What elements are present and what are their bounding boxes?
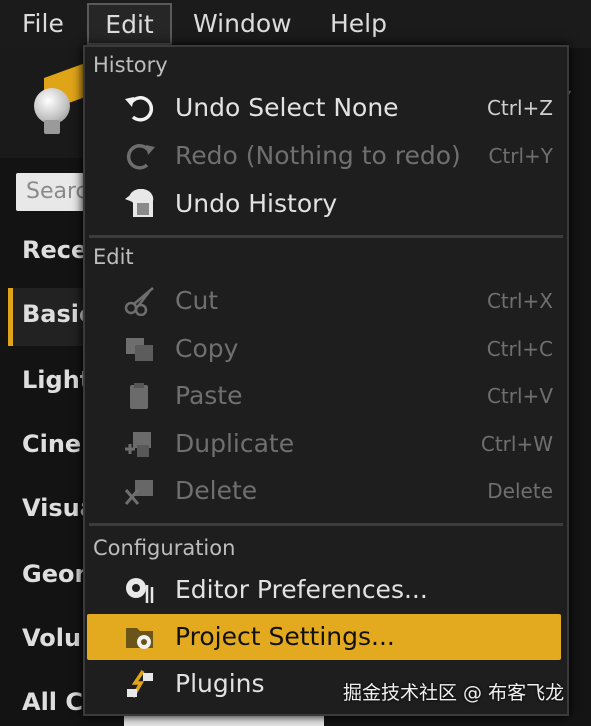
search-input[interactable]: Searc <box>16 173 88 211</box>
bottom-scrollbar[interactable] <box>124 716 324 726</box>
redo-icon <box>126 144 155 170</box>
menu-item-label: Copy <box>175 334 239 363</box>
menu-item-undo-history[interactable]: Undo History <box>87 181 563 227</box>
category-lights[interactable]: Light <box>22 366 91 394</box>
plugins-icon <box>127 670 153 698</box>
category-geometry[interactable]: Geon <box>22 560 92 588</box>
shortcut-text: Ctrl+W <box>480 432 553 456</box>
menu-item-label: Duplicate <box>175 429 295 458</box>
menu-divider <box>89 523 563 526</box>
shortcut-text: Ctrl+V <box>486 384 553 408</box>
project-settings-icon <box>126 628 153 649</box>
menu-item-delete[interactable]: Delete Delete <box>87 468 563 514</box>
category-selected-accent <box>8 288 13 346</box>
copy-icon <box>126 338 153 361</box>
menu-item-copy[interactable]: Copy Ctrl+C <box>87 326 563 372</box>
editor-preferences-icon <box>126 578 154 603</box>
menu-item-label: Editor Preferences... <box>175 575 428 604</box>
lightbulb-base-icon <box>44 120 60 134</box>
menu-item-editor-preferences[interactable]: Editor Preferences... <box>87 567 563 613</box>
menu-file[interactable]: File <box>22 0 64 48</box>
undo-history-icon <box>125 189 154 217</box>
shortcut-text: Ctrl+Y <box>488 144 553 168</box>
menu-item-redo[interactable]: Redo (Nothing to redo) Ctrl+Y <box>87 133 563 179</box>
menu-window[interactable]: Window <box>193 0 292 48</box>
menu-item-paste[interactable]: Paste Ctrl+V <box>87 373 563 419</box>
menu-item-label: Project Settings... <box>175 622 395 651</box>
scissors-icon <box>124 287 154 316</box>
menu-bar: File Edit Window Help <box>0 0 591 48</box>
menu-item-label: Undo Select None <box>175 93 399 122</box>
edit-menu-dropdown: History Undo Select None Ctrl+Z Redo (No… <box>83 45 569 716</box>
menu-item-duplicate[interactable]: Duplicate Ctrl+W <box>87 421 563 467</box>
menu-item-label: Redo (Nothing to redo) <box>175 141 461 170</box>
menu-item-project-settings[interactable]: Project Settings... <box>87 614 561 660</box>
section-header-history: History <box>93 53 168 77</box>
menu-item-cut[interactable]: Cut Ctrl+X <box>87 278 563 324</box>
category-recent[interactable]: Rece <box>22 236 87 264</box>
menu-item-label: Delete <box>175 476 258 505</box>
menu-item-label: Paste <box>175 381 243 410</box>
menu-item-label: Plugins <box>175 669 265 698</box>
menu-divider <box>89 235 563 238</box>
menu-item-label: Cut <box>175 286 219 315</box>
menu-item-label: Undo History <box>175 189 338 218</box>
undo-icon <box>125 96 154 122</box>
shortcut-text: Ctrl+X <box>486 289 553 313</box>
section-header-configuration: Configuration <box>93 536 236 560</box>
delete-icon <box>124 480 153 505</box>
menu-item-undo[interactable]: Undo Select None Ctrl+Z <box>87 85 563 131</box>
watermark: 掘金技术社区 @ 布客飞龙 <box>343 682 565 704</box>
section-header-edit: Edit <box>93 245 134 269</box>
shortcut-text: Ctrl+Z <box>486 96 553 120</box>
shortcut-text: Ctrl+C <box>486 337 553 361</box>
menu-help[interactable]: Help <box>330 0 387 48</box>
shortcut-text: Delete <box>487 479 553 503</box>
lightbulb-icon <box>34 88 70 124</box>
menu-edit[interactable]: Edit <box>87 3 172 45</box>
paste-icon <box>130 383 148 409</box>
duplicate-icon <box>125 432 151 457</box>
